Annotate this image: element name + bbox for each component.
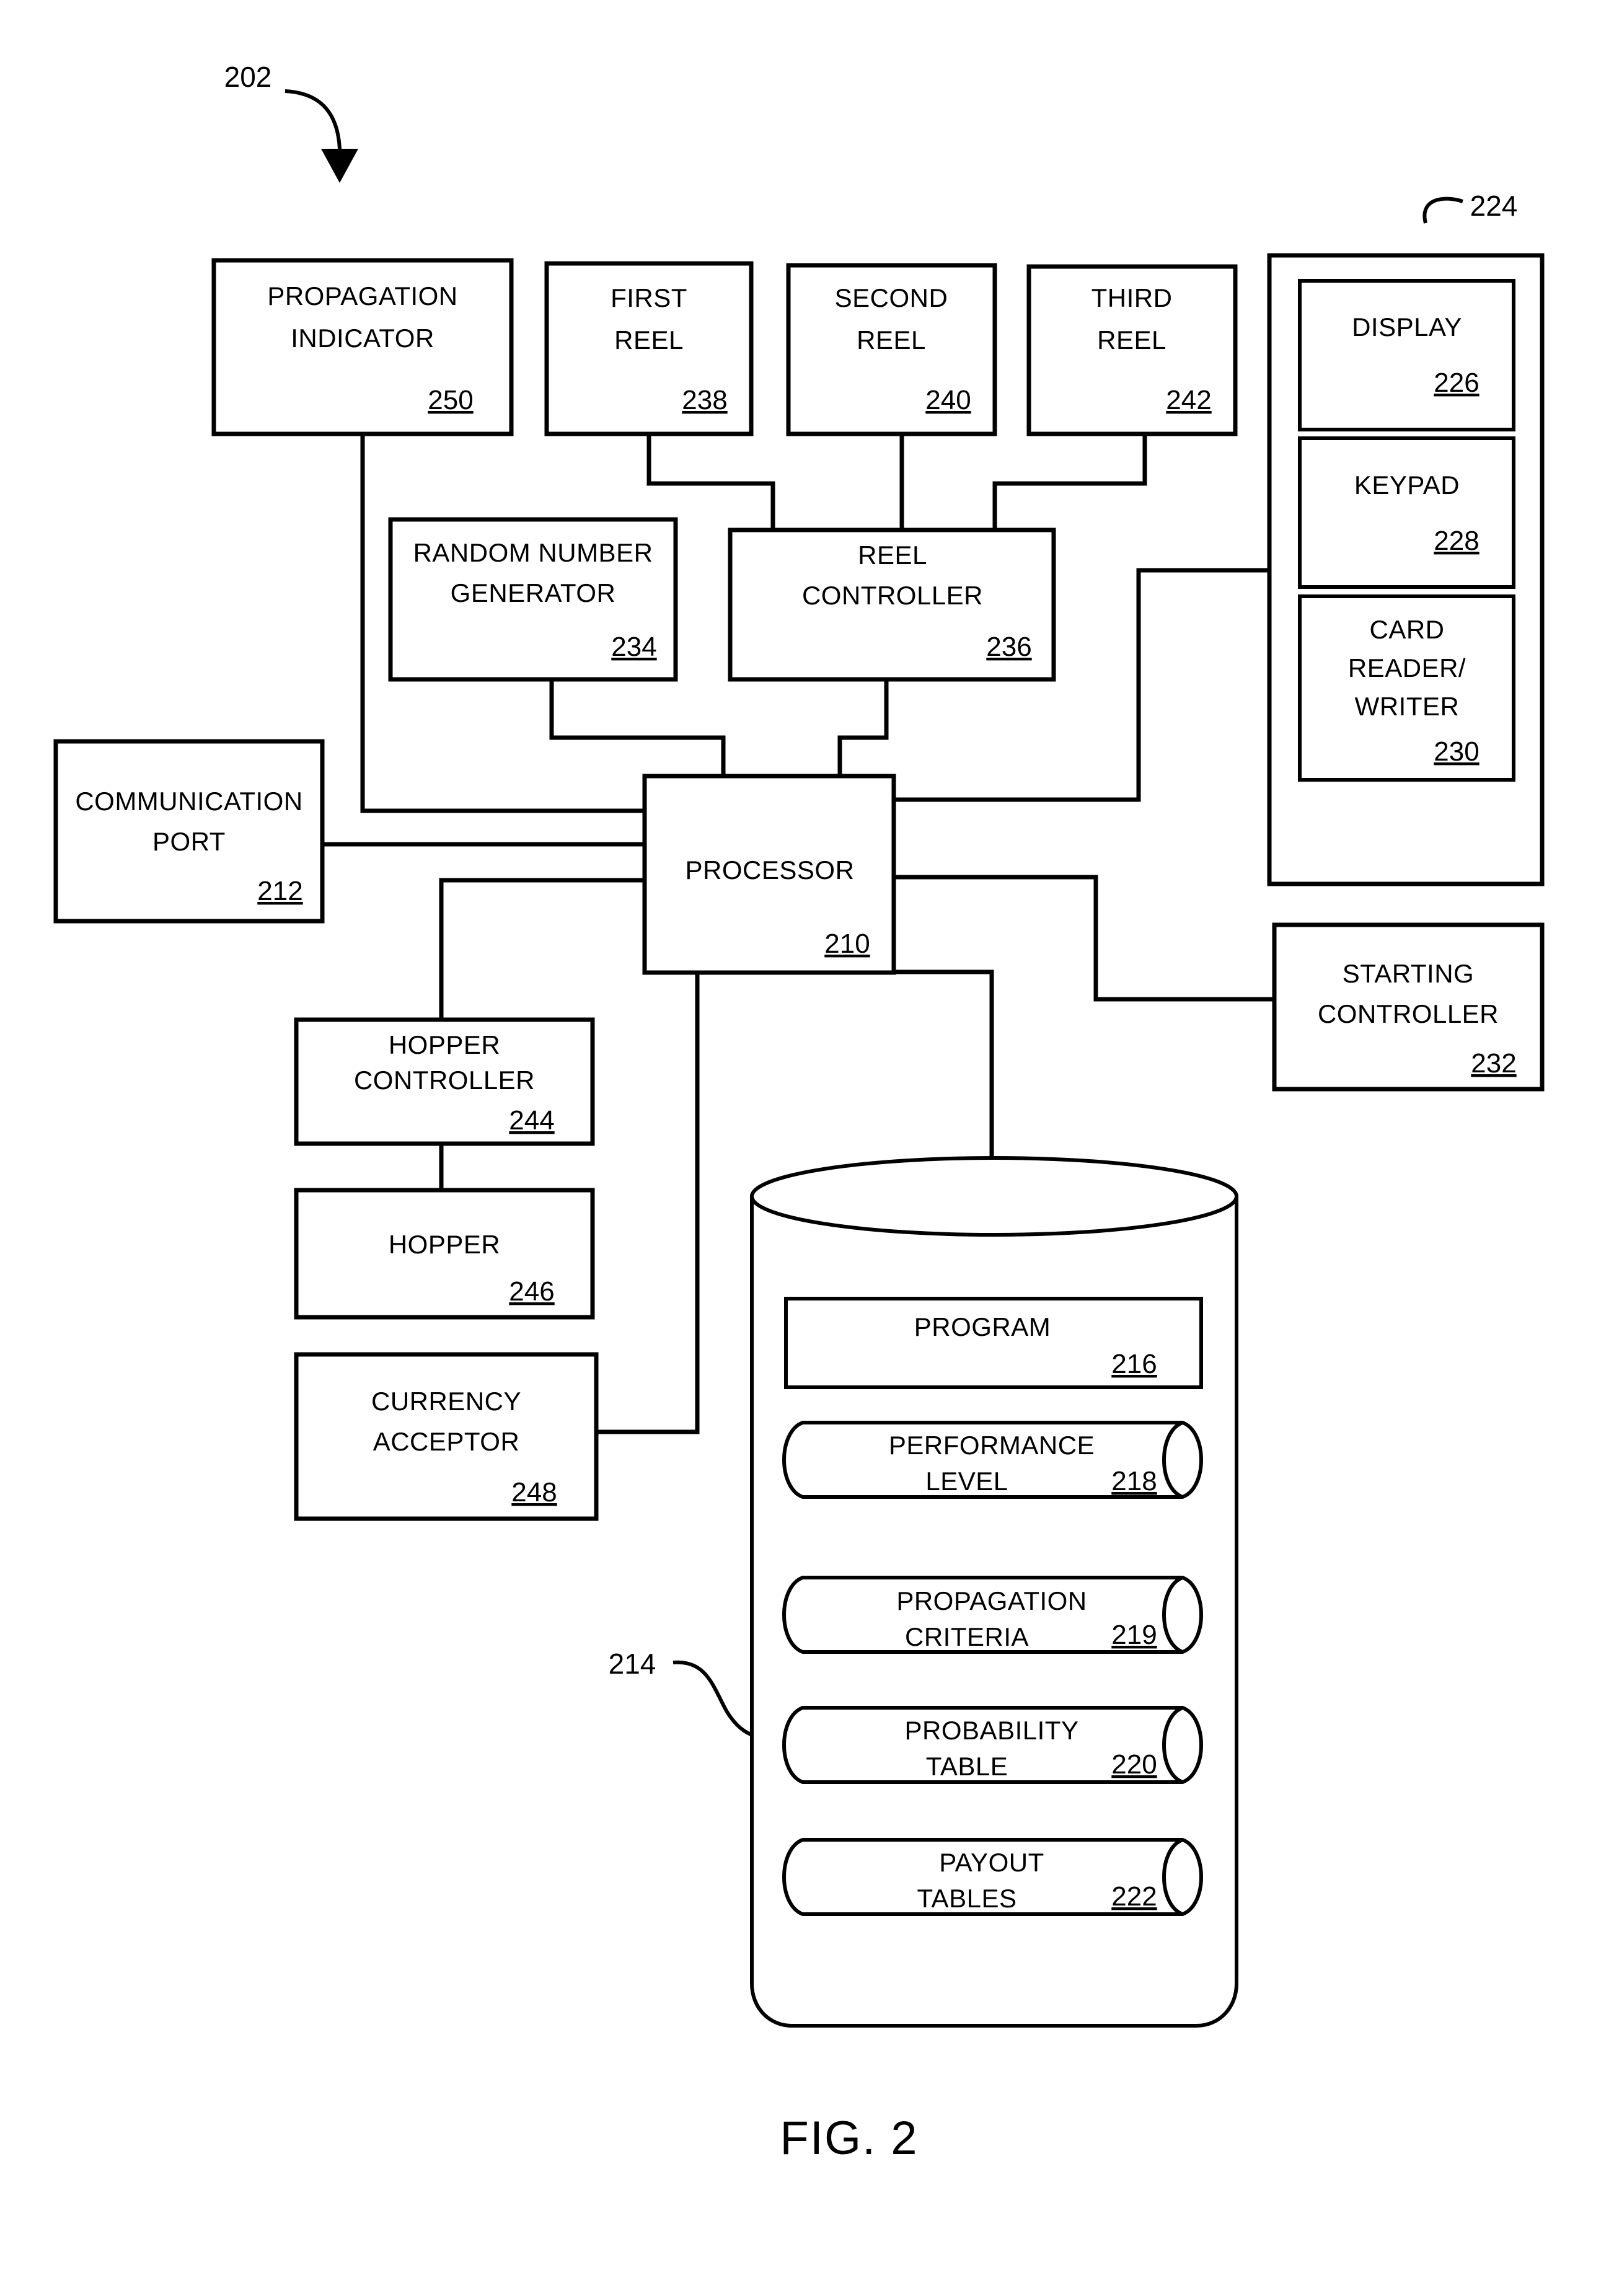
program-ref: 216: [1111, 1349, 1157, 1379]
block-card-reader-writer: CARD READER/ WRITER 230: [1298, 594, 1515, 782]
probability-table-ref: 220: [1111, 1749, 1157, 1780]
block-currency-acceptor: CURRENCY ACCEPTOR 248: [294, 1352, 599, 1521]
block-propagation-criteria: PROPAGATION CRITERIA 219: [782, 1576, 1203, 1654]
performance-level-ref: 218: [1111, 1466, 1157, 1496]
block-probability-table: PROBABILITY TABLE 220: [782, 1706, 1203, 1784]
card-reader-ref: 230: [1434, 736, 1479, 767]
block-second-reel: SECOND REEL 240: [786, 263, 997, 436]
second-reel-ref: 240: [925, 385, 971, 415]
second-reel-line1: SECOND: [835, 283, 948, 312]
third-reel-line2: REEL: [1097, 325, 1166, 355]
block-communication-port: COMMUNICATION PORT 212: [53, 739, 325, 924]
memory-ref-label: 214: [609, 1648, 656, 1680]
payout-tables-ref: 222: [1111, 1881, 1157, 1912]
probability-table-line2: TABLE: [926, 1752, 1008, 1781]
block-reel-controller: REEL CONTROLLER 236: [728, 528, 1056, 682]
block-display: DISPLAY 226: [1298, 279, 1515, 431]
display-ref: 226: [1434, 368, 1479, 398]
reel-controller-ref: 236: [986, 632, 1031, 662]
hopper-controller-ref: 244: [509, 1105, 554, 1136]
performance-level-line2: LEVEL: [925, 1467, 1008, 1496]
third-reel-line1: THIRD: [1091, 283, 1173, 312]
starting-controller-ref: 232: [1471, 1048, 1516, 1079]
second-reel-line2: REEL: [857, 325, 926, 355]
processor-label: PROCESSOR: [686, 855, 855, 885]
communication-port-line1: COMMUNICATION: [75, 787, 302, 816]
hopper-label: HOPPER: [389, 1230, 500, 1259]
currency-acceptor-line1: CURRENCY: [371, 1387, 521, 1416]
reel-controller-line1: REEL: [858, 541, 927, 570]
card-reader-line3: WRITER: [1355, 692, 1460, 721]
block-hopper: HOPPER 246: [294, 1188, 595, 1320]
currency-acceptor-line2: ACCEPTOR: [373, 1427, 520, 1456]
propagation-indicator-line2: INDICATOR: [291, 324, 434, 353]
currency-acceptor-ref: 248: [511, 1477, 557, 1508]
payout-tables-line2: TABLES: [917, 1884, 1017, 1913]
block-third-reel: THIRD REEL 242: [1026, 264, 1238, 436]
system-ref-label: 202: [224, 61, 272, 93]
performance-level-line1: PERFORMANCE: [889, 1431, 1095, 1460]
first-reel-line2: REEL: [614, 325, 684, 355]
propagation-criteria-line2: CRITERIA: [905, 1622, 1029, 1651]
display-label: DISPLAY: [1352, 312, 1462, 342]
block-keypad: KEYPAD 228: [1298, 436, 1515, 589]
arrowhead-icon: [321, 149, 358, 183]
rng-line1: RANDOM NUMBER: [413, 538, 653, 567]
block-random-number-generator: RANDOM NUMBER GENERATOR 234: [388, 517, 678, 682]
block-starting-controller: STARTING CONTROLLER 232: [1272, 922, 1545, 1092]
memory-reference-leader: [672, 1660, 758, 1737]
patent-figure: 202 224 214 PROPAGATION INDICATOR 250 FI…: [0, 0, 1614, 2296]
block-payout-tables: PAYOUT TABLES 222: [782, 1838, 1203, 1916]
payout-tables-line1: PAYOUT: [939, 1848, 1044, 1877]
hopper-ref: 246: [509, 1276, 554, 1307]
rng-ref: 234: [611, 632, 656, 662]
reel-controller-line2: CONTROLLER: [802, 581, 983, 610]
propagation-criteria-line1: PROPAGATION: [896, 1586, 1087, 1615]
keypad-ref: 228: [1434, 526, 1479, 556]
probability-table-line1: PROBABILITY: [905, 1716, 1079, 1745]
block-diagram: 202 224 214 PROPAGATION INDICATOR 250 FI…: [53, 61, 1545, 2165]
system-reference-leader: [284, 89, 358, 183]
hopper-controller-line2: CONTROLLER: [354, 1066, 535, 1095]
starting-controller-line1: STARTING: [1343, 959, 1474, 988]
propagation-indicator-ref: 250: [428, 385, 473, 415]
card-reader-line1: CARD: [1369, 615, 1444, 644]
block-hopper-controller: HOPPER CONTROLLER 244: [294, 1017, 595, 1146]
propagation-criteria-ref: 219: [1111, 1620, 1157, 1650]
first-reel-ref: 238: [682, 385, 727, 415]
figure-caption: FIG. 2: [780, 2112, 918, 2165]
processor-ref: 210: [824, 929, 870, 959]
program-label: PROGRAM: [914, 1312, 1051, 1341]
block-program: PROGRAM 216: [784, 1297, 1203, 1389]
block-processor: PROCESSOR 210: [642, 774, 896, 975]
starting-controller-line2: CONTROLLER: [1318, 999, 1499, 1028]
first-reel-line1: FIRST: [611, 283, 687, 312]
block-propagation-indicator: PROPAGATION INDICATOR 250: [211, 258, 514, 436]
block-memory-database: PROGRAM 216 PERFORMANCE LEVEL 218 PROPAG…: [750, 1156, 1238, 2028]
block-io-panel: DISPLAY 226 KEYPAD 228 CARD READER/ WRIT…: [1267, 253, 1545, 886]
io-panel-reference-leader: [1422, 196, 1463, 224]
third-reel-ref: 242: [1166, 385, 1211, 415]
communication-port-ref: 212: [257, 876, 302, 906]
keypad-label: KEYPAD: [1354, 470, 1460, 500]
propagation-indicator-line1: PROPAGATION: [267, 281, 457, 311]
rng-line2: GENERATOR: [451, 578, 616, 607]
block-performance-level: PERFORMANCE LEVEL 218: [782, 1421, 1203, 1499]
io-panel-ref-label: 224: [1470, 190, 1518, 222]
communication-port-line2: PORT: [152, 827, 226, 856]
hopper-controller-line1: HOPPER: [389, 1030, 500, 1059]
block-first-reel: FIRST REEL 238: [544, 261, 754, 436]
card-reader-line2: READER/: [1348, 653, 1466, 682]
